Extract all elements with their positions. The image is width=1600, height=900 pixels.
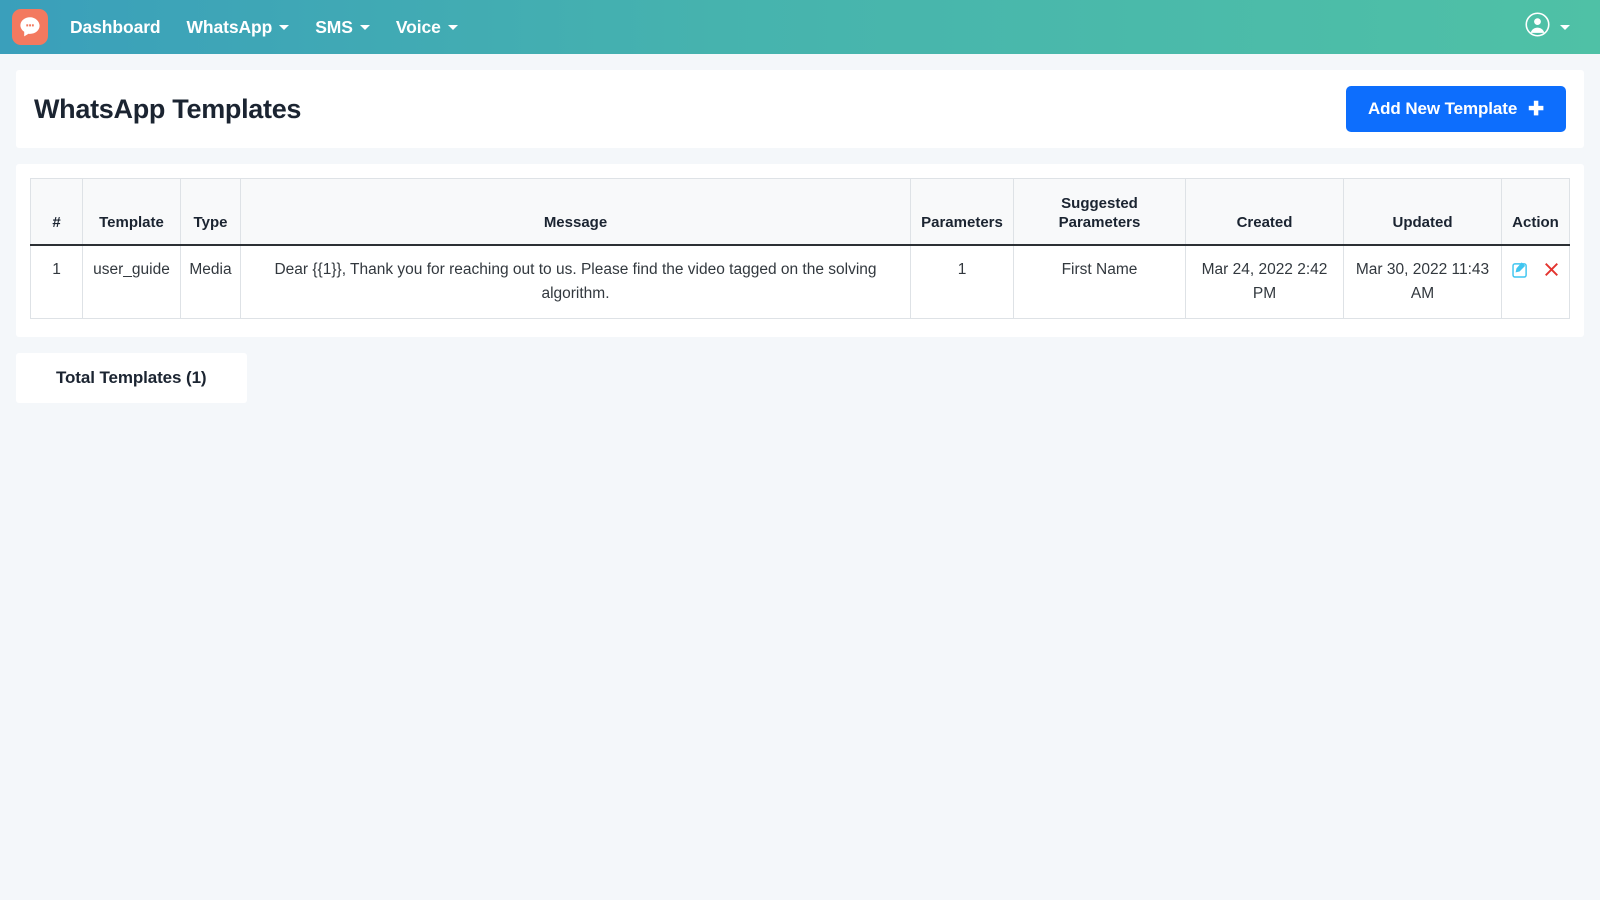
page-header-card: WhatsApp Templates Add New Template ✚: [16, 70, 1584, 148]
cell-action: [1501, 244, 1570, 319]
chevron-down-icon: [359, 24, 370, 30]
cell-template: user_guide: [82, 244, 181, 319]
cell-index: 1: [30, 244, 83, 319]
nav-item-label: WhatsApp: [186, 16, 273, 37]
nav-item-label: SMS: [315, 16, 353, 37]
add-new-template-button[interactable]: Add New Template ✚: [1345, 86, 1566, 132]
chevron-down-icon: [447, 24, 458, 30]
edit-pencil-square-icon[interactable]: [1512, 261, 1529, 278]
chevron-down-icon: [279, 24, 290, 30]
cell-message: Dear {{1}}, Thank you for reaching out t…: [240, 244, 911, 319]
column-header-action: Action: [1501, 178, 1570, 246]
top-navbar: Dashboard WhatsApp SMS Voice: [0, 0, 1600, 54]
page-body: WhatsApp Templates Add New Template ✚ # …: [0, 70, 1600, 403]
column-header-created: Created: [1185, 178, 1344, 246]
brand-logo[interactable]: [12, 9, 48, 45]
column-header-type: Type: [180, 178, 241, 246]
column-header-message: Message: [240, 178, 911, 246]
total-templates-card: Total Templates (1): [16, 352, 247, 403]
column-header-updated: Updated: [1343, 178, 1502, 246]
table-body: 1 user_guide Media Dear {{1}}, Thank you…: [30, 244, 1570, 319]
page-title: WhatsApp Templates: [34, 93, 302, 124]
chevron-down-icon: [1560, 24, 1570, 30]
column-header-index: #: [30, 178, 83, 246]
user-circle-icon: [1524, 11, 1551, 43]
cell-type: Media: [180, 244, 241, 319]
nav-item-dashboard[interactable]: Dashboard: [62, 11, 174, 44]
total-templates-label: Total Templates (1): [56, 367, 207, 387]
templates-table-card: # Template Type Message Parameters Sugge…: [16, 164, 1584, 337]
nav-item-label: Voice: [395, 16, 441, 37]
nav-links: Dashboard WhatsApp SMS Voice: [62, 11, 471, 44]
account-menu[interactable]: [1524, 11, 1586, 43]
cell-parameters: 1: [910, 244, 1014, 319]
templates-table: # Template Type Message Parameters Sugge…: [30, 178, 1570, 319]
delete-times-icon[interactable]: [1544, 262, 1559, 277]
table-row: 1 user_guide Media Dear {{1}}, Thank you…: [30, 244, 1570, 319]
cell-suggested-parameters: First Name: [1013, 244, 1186, 319]
table-header-row: # Template Type Message Parameters Sugge…: [30, 178, 1570, 246]
cell-created: Mar 24, 2022 2:42 PM: [1185, 244, 1344, 319]
nav-item-voice[interactable]: Voice: [383, 11, 471, 44]
plus-icon: ✚: [1528, 98, 1544, 120]
column-header-parameters: Parameters: [910, 178, 1014, 246]
nav-item-whatsapp[interactable]: WhatsApp: [174, 11, 303, 44]
chat-bubble-logo-icon: [17, 14, 43, 40]
nav-item-label: Dashboard: [70, 16, 161, 37]
column-header-template: Template: [82, 178, 181, 246]
table-head: # Template Type Message Parameters Sugge…: [30, 178, 1570, 246]
column-header-suggested-parameters: Suggested Parameters: [1013, 178, 1186, 246]
cell-updated: Mar 30, 2022 11:43 AM: [1343, 244, 1502, 319]
add-new-template-label: Add New Template: [1367, 99, 1518, 118]
nav-item-sms[interactable]: SMS: [302, 11, 383, 44]
